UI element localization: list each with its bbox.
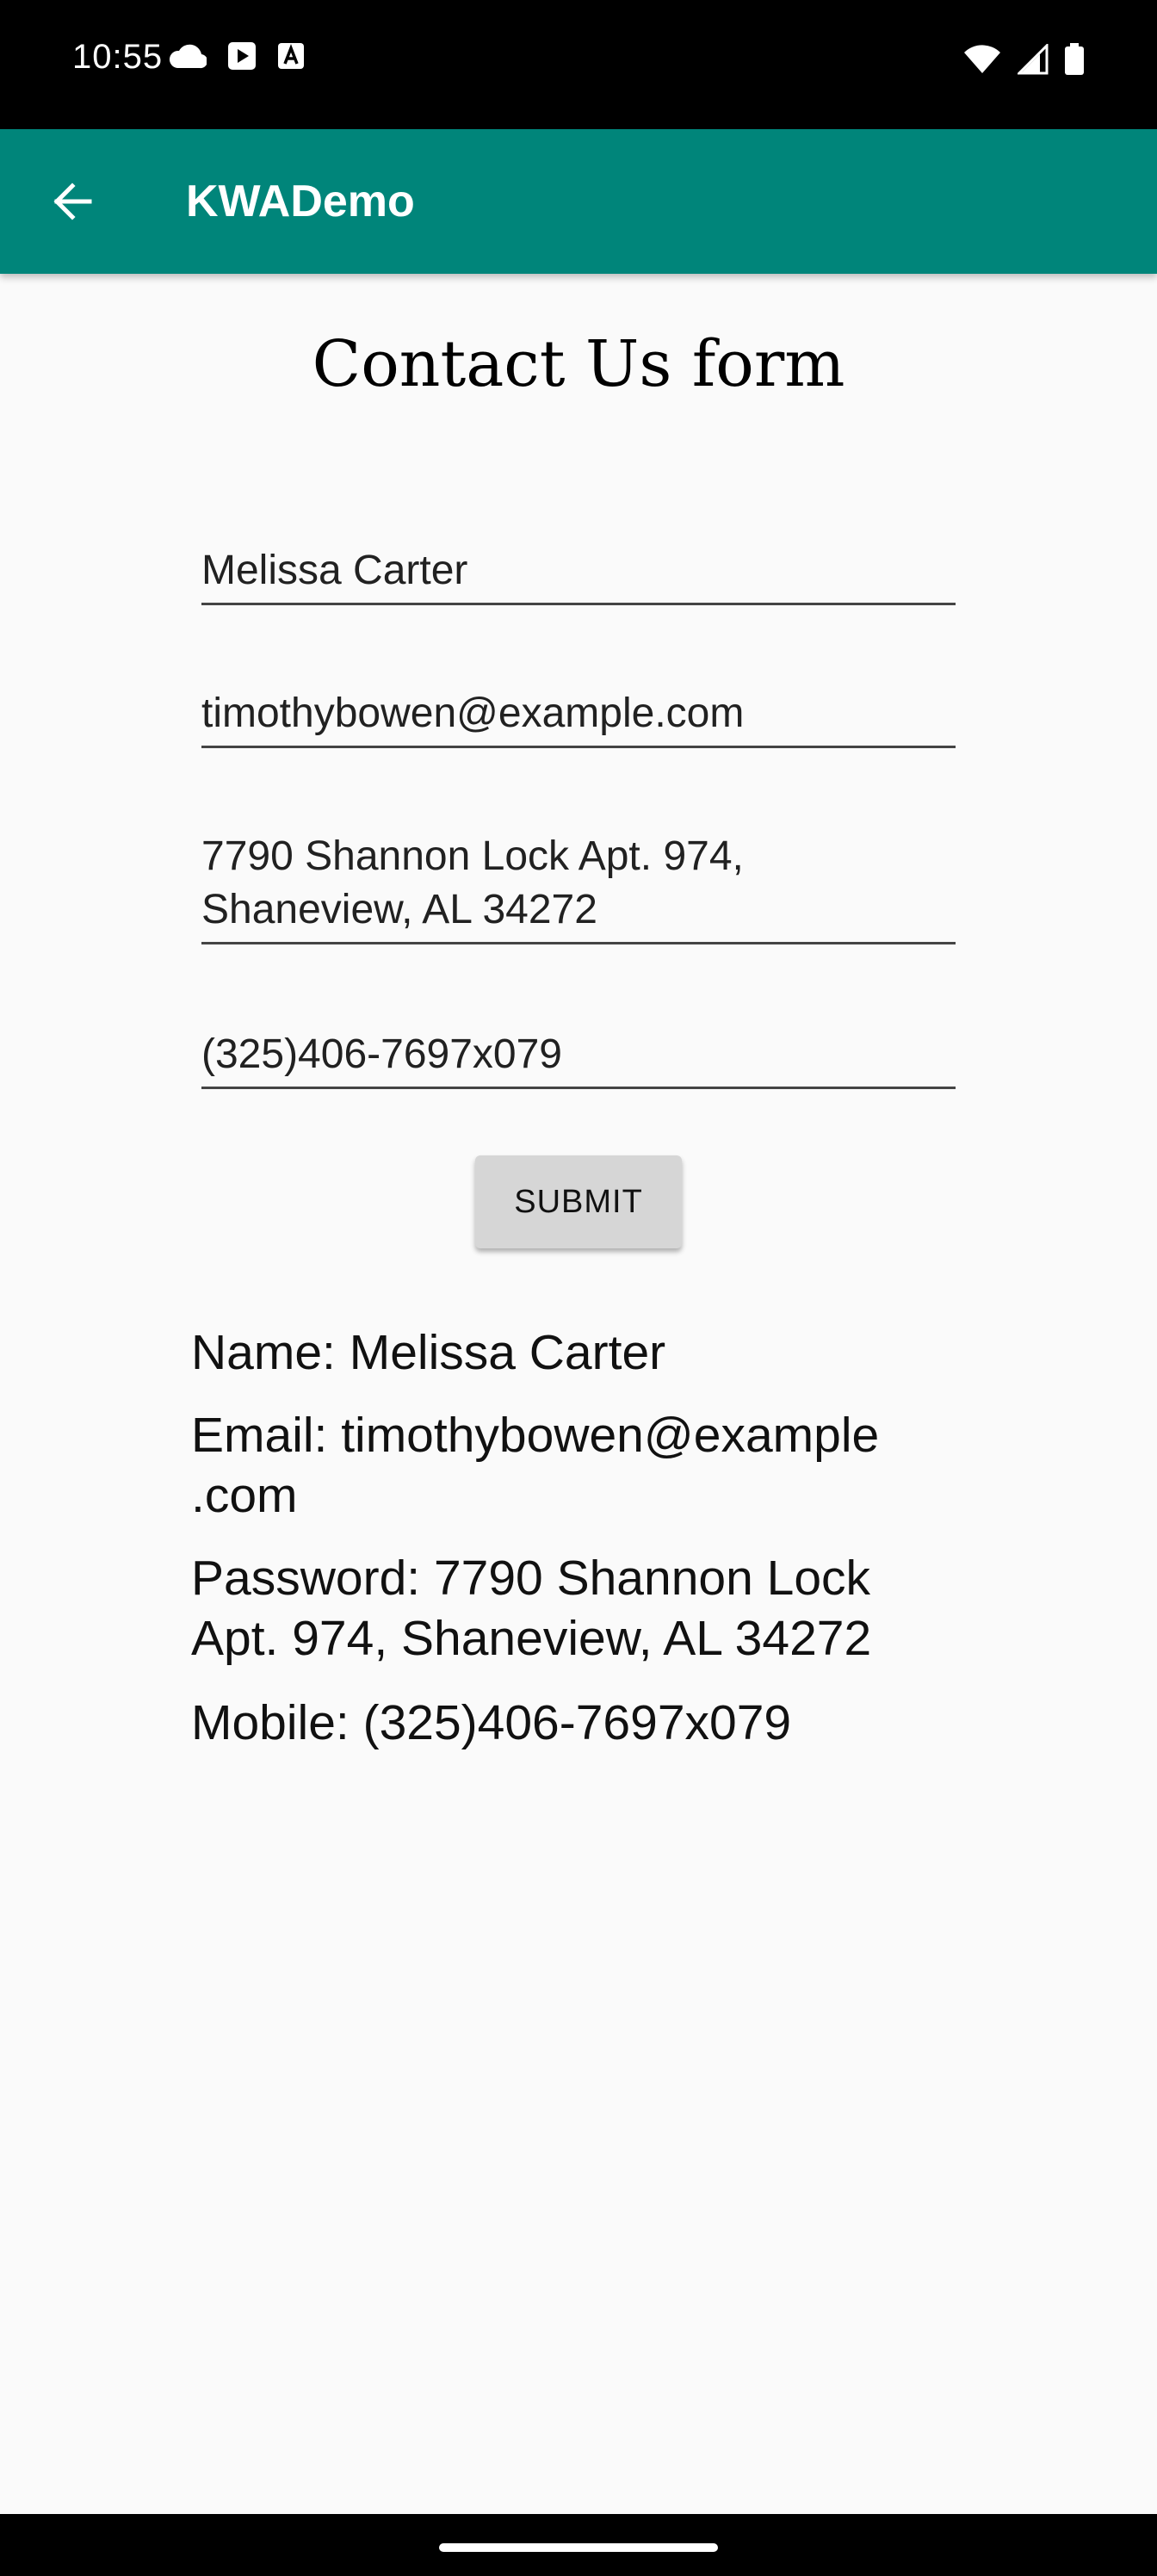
output-email-line1: Email: timothybowen@example <box>191 1408 880 1463</box>
email-field[interactable]: timothybowen@example.com <box>201 687 956 748</box>
output-mobile: Mobile: (325)406-7697x079 <box>191 1695 792 1750</box>
wifi-icon <box>964 45 1000 73</box>
system-icons <box>962 43 1085 76</box>
address-field[interactable]: 7790 Shannon Lock Apt. 974, Shaneview, A… <box>201 830 956 944</box>
cloud-icon <box>170 44 207 69</box>
battery-icon <box>1065 43 1084 75</box>
arrow-back-icon <box>53 183 92 220</box>
mobile-field[interactable]: (325)406-7697x079 <box>201 1028 956 1089</box>
play-icon <box>228 42 256 70</box>
output-password-line1: Password: 7790 Shannon Lock <box>191 1551 871 1606</box>
app-title: KWADemo <box>186 176 415 226</box>
address-field-line1: 7790 Shannon Lock Apt. 974, <box>201 833 744 879</box>
submit-button[interactable]: SUBMIT <box>475 1155 682 1248</box>
output-name: Name: Melissa Carter <box>191 1325 666 1380</box>
email-field-value: timothybowen@example.com <box>201 690 745 736</box>
status-bar: 10:55 <box>0 0 1157 129</box>
app-bar: KWADemo <box>0 129 1157 274</box>
notification-icons <box>169 41 305 71</box>
form-title: Contact Us form <box>312 327 845 401</box>
name-field[interactable]: Melissa Carter <box>201 544 956 605</box>
a-icon <box>278 43 304 69</box>
address-field-line2: Shaneview, AL 34272 <box>201 887 597 932</box>
home-handle[interactable] <box>439 2543 718 2552</box>
output-password-line2: Apt. 974, Shaneview, AL 34272 <box>191 1611 872 1666</box>
output-password: Password: 7790 Shannon Lock Apt. 974, Sh… <box>191 1548 966 1669</box>
output-email: Email: timothybowen@example .com <box>191 1405 966 1526</box>
signal-icon <box>1018 44 1049 75</box>
mobile-field-value: (325)406-7697x079 <box>201 1031 562 1077</box>
name-field-value: Melissa Carter <box>201 548 468 593</box>
output-email-line2: .com <box>191 1468 298 1523</box>
status-time: 10:55 <box>72 38 164 76</box>
back-button[interactable] <box>31 160 114 243</box>
